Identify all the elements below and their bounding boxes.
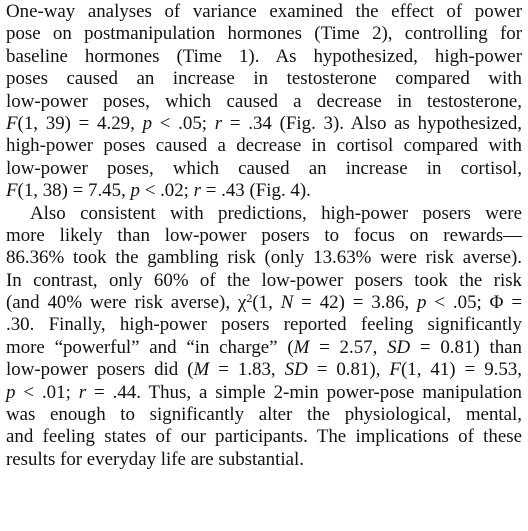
text-line: .30. Finally, high-power posers reported… xyxy=(6,314,522,336)
italic-symbol: SD xyxy=(387,336,411,358)
text-run: was enough to significantly alter the ph… xyxy=(6,404,522,426)
text-run: .30. Finally, high-power posers reported… xyxy=(6,314,522,336)
text-line: and feeling states of our participants. … xyxy=(6,426,522,448)
italic-symbol: F xyxy=(6,112,18,134)
italic-symbol: r xyxy=(193,180,202,202)
italic-symbol: p xyxy=(130,180,140,202)
italic-symbol: F xyxy=(6,180,18,202)
text-run: and feeling states of our participants. … xyxy=(6,426,522,448)
text-run: low-power poses, which caused an increas… xyxy=(6,157,522,179)
text-run: In contrast, only 60% of the low-power p… xyxy=(6,269,522,291)
italic-symbol: p xyxy=(142,112,153,134)
text-line: Also consistent with predictions, high-p… xyxy=(6,203,522,225)
page: One-way analyses of variance examined th… xyxy=(0,0,528,531)
text-line: poses caused an increase in testosterone… xyxy=(6,68,522,90)
text-line: results for everyday life are substantia… xyxy=(6,449,522,471)
text-run: low-power poses, which caused a decrease… xyxy=(6,90,522,112)
italic-symbol: SD xyxy=(284,359,308,381)
text-run: more “powerful” and “in charge” ( xyxy=(6,336,294,358)
body-text: One-way analyses of variance examined th… xyxy=(6,1,522,471)
text-run: (1, 39) = 4.29, xyxy=(17,112,143,134)
text-line: F(1, 39) = 4.29, p < .05; r = .34 (Fig. … xyxy=(6,113,522,135)
text-line: F(1, 38) = 7.45, p < .02; r = .43 (Fig. … xyxy=(6,180,522,202)
text-line: In contrast, only 60% of the low-power p… xyxy=(6,270,522,292)
text-run: (and 40% were risk averse), χ xyxy=(6,292,247,314)
italic-symbol: F xyxy=(389,359,401,381)
text-run: (1, 38) = 7.45, xyxy=(17,180,131,202)
text-run: high-power poses caused a decrease in co… xyxy=(6,135,522,157)
text-run: poses caused an increase in testosterone… xyxy=(6,68,522,90)
text-line: low-power posers did (M = 1.83, SD = 0.8… xyxy=(6,359,522,381)
text-run: < .05; xyxy=(152,112,215,134)
text-run: = 0.81) than xyxy=(410,336,522,358)
text-run: (1, xyxy=(252,292,281,314)
text-run: low-power posers did ( xyxy=(6,359,194,381)
text-line: was enough to significantly alter the ph… xyxy=(6,404,522,426)
text-line: baseline hormones (Time 1). As hypothesi… xyxy=(6,46,522,68)
italic-symbol: M xyxy=(293,336,310,358)
text-run: = 42) = 3.86, xyxy=(293,292,418,314)
text-run: results for everyday life are substantia… xyxy=(6,448,304,470)
text-run: < .05; Φ = xyxy=(426,292,523,314)
text-run: = .43 (Fig. 4). xyxy=(201,180,311,202)
paragraph-2: Also consistent with predictions, high-p… xyxy=(6,203,522,472)
text-run: < .01; xyxy=(15,381,79,403)
text-run: = .34 (Fig. 3). Also as hypothesized, xyxy=(222,112,523,134)
text-line: 86.36% took the gambling risk (only 13.6… xyxy=(6,247,522,269)
text-run: < .02; xyxy=(139,180,194,202)
text-run: = 2.57, xyxy=(309,336,388,358)
text-line: high-power poses caused a decrease in co… xyxy=(6,135,522,157)
text-run: pose on postmanipulation hormones (Time … xyxy=(6,23,522,45)
text-run: One-way analyses of variance examined th… xyxy=(6,1,522,22)
text-line: more likely than low-power posers to foc… xyxy=(6,225,522,247)
italic-symbol: M xyxy=(193,359,210,381)
text-line: p < .01; r = .44. Thus, a simple 2-min p… xyxy=(6,382,522,404)
italic-symbol: N xyxy=(280,292,294,314)
text-run: (1, 41) = 9.53, xyxy=(400,359,522,381)
text-run: more likely than low-power posers to foc… xyxy=(6,224,522,246)
text-run: = 1.83, xyxy=(209,359,285,381)
text-line: One-way analyses of variance examined th… xyxy=(6,1,522,23)
text-run: = .44. Thus, a simple 2-min power-pose m… xyxy=(86,381,523,403)
text-line: (and 40% were risk averse), χ2(1, N = 42… xyxy=(6,292,522,314)
text-line: more “powerful” and “in charge” (M = 2.5… xyxy=(6,337,522,359)
text-run: = 0.81), xyxy=(307,359,390,381)
paragraph-1: One-way analyses of variance examined th… xyxy=(6,1,522,203)
text-line: low-power poses, which caused an increas… xyxy=(6,158,522,180)
text-run: baseline hormones (Time 1). As hypothesi… xyxy=(6,45,522,67)
text-line: low-power poses, which caused a decrease… xyxy=(6,91,522,113)
text-run: Also consistent with predictions, high-p… xyxy=(30,202,522,224)
text-run: 86.36% took the gambling risk (only 13.6… xyxy=(6,247,522,269)
text-line: pose on postmanipulation hormones (Time … xyxy=(6,23,522,45)
